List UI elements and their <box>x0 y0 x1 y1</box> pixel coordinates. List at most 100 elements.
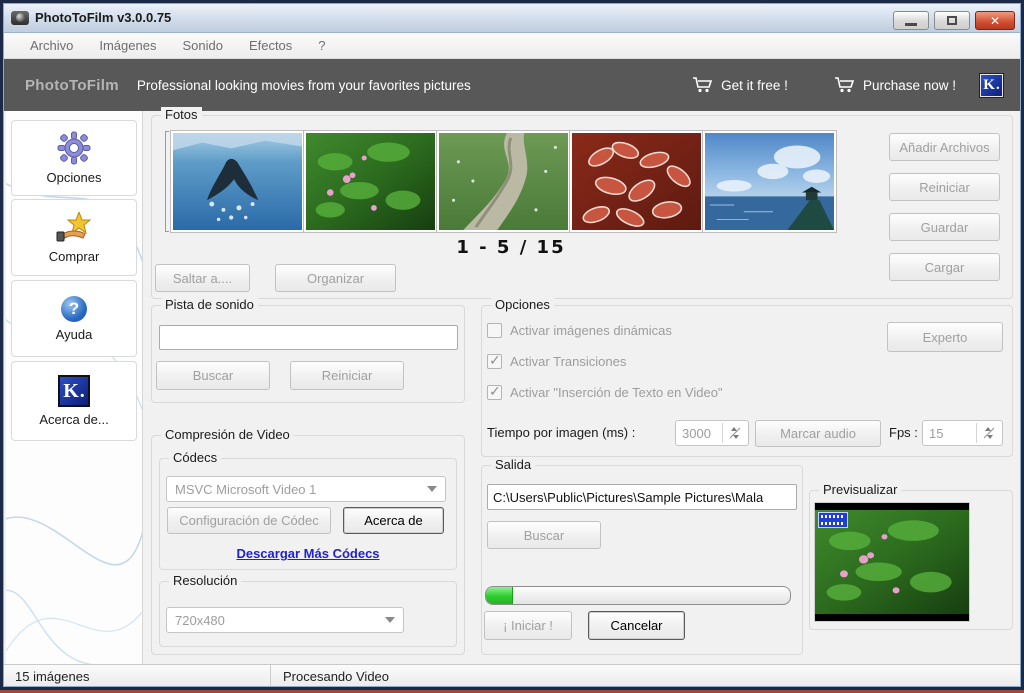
marcar-audio-button[interactable]: Marcar audio <box>755 420 881 447</box>
gear-icon <box>57 131 91 165</box>
codec-selected-value: MSVC Microsoft Video 1 <box>175 481 317 497</box>
thumbnail-forest-flowers[interactable] <box>303 130 438 233</box>
maximize-button[interactable] <box>934 11 970 30</box>
thumbnail-frosted-leaves[interactable] <box>569 130 704 233</box>
reiniciar-sonido-button[interactable]: Reiniciar <box>290 361 404 390</box>
menu-efectos[interactable]: Efectos <box>236 35 305 56</box>
get-it-free-link[interactable]: Get it free ! <box>692 76 788 94</box>
photo-thumbnail-strip[interactable] <box>170 130 837 233</box>
chevron-down-icon <box>385 617 395 623</box>
experto-button[interactable]: Experto <box>887 322 1003 352</box>
cart-icon <box>834 77 855 93</box>
salida-group-title: Salida <box>491 457 536 472</box>
saltar-a-button[interactable]: Saltar a.... <box>155 264 250 292</box>
tiempo-spinner[interactable]: 3000 <box>675 420 749 446</box>
status-processing-text: Procesando Video <box>283 668 390 684</box>
tiempo-por-imagen-label: Tiempo por imagen (ms) : <box>487 425 636 440</box>
checkbox-label: Activar Transiciones <box>510 354 627 369</box>
spin-updown-icon[interactable] <box>722 423 746 443</box>
tiempo-value: 3000 <box>682 425 711 441</box>
progress-fill <box>486 587 514 604</box>
checkbox-label: Activar imágenes dinámicas <box>510 323 672 338</box>
checkbox-row-texto-video[interactable]: Activar "Inserción de Texto en Video" <box>487 383 723 400</box>
codecs-group-title: Códecs <box>169 450 222 465</box>
camera-app-icon <box>11 10 29 25</box>
menu-sonido[interactable]: Sonido <box>169 35 235 56</box>
chevron-down-icon <box>427 486 437 492</box>
thumbnail-forest-path[interactable] <box>436 130 571 233</box>
sidebar-item-acerca-de[interactable]: K Acerca de... <box>11 361 137 441</box>
purchase-now-link[interactable]: Purchase now ! <box>834 76 956 94</box>
checkbox-icon[interactable] <box>487 323 502 338</box>
checkbox-row-transiciones[interactable]: Activar Transiciones <box>487 352 627 369</box>
iniciar-button[interactable]: ¡ Iniciar ! <box>484 611 572 640</box>
fps-label: Fps : <box>889 425 918 440</box>
fotos-group-title: Fotos <box>161 107 202 122</box>
sidebar-label-opciones: Opciones <box>46 170 102 185</box>
hand-star-icon <box>56 211 92 241</box>
brand-tagline: Professional looking movies from your fa… <box>136 77 471 93</box>
photo-counter: 1 - 5 / 15 <box>456 237 566 258</box>
status-images-count: 15 imágenes <box>3 665 271 687</box>
anadir-archivos-button[interactable]: Añadir Archivos <box>889 133 1000 161</box>
organizar-button[interactable]: Organizar <box>275 264 396 292</box>
app-window: PhotoToFilm v3.0.0.75 ✕ Archivo Imágenes… <box>0 0 1024 690</box>
menu-imagenes[interactable]: Imágenes <box>86 35 169 56</box>
sidebar-item-opciones[interactable]: Opciones <box>11 120 137 196</box>
buscar-salida-button[interactable]: Buscar <box>487 521 601 549</box>
cart-icon <box>693 77 713 93</box>
menu-archivo[interactable]: Archivo <box>17 35 86 56</box>
cancelar-button[interactable]: Cancelar <box>588 611 685 640</box>
sidebar: Opciones Comprar ? Ayuda K Acerca de... <box>6 111 143 665</box>
spin-updown-icon[interactable] <box>976 423 1000 443</box>
brand-name: PhotoToFilm <box>25 76 119 94</box>
soundtrack-input[interactable] <box>159 325 458 350</box>
window-title: PhotoToFilm v3.0.0.75 <box>35 10 172 25</box>
kc-logo-icon: K <box>58 375 90 407</box>
resolucion-group-title: Resolución <box>169 573 242 588</box>
get-it-free-label: Get it free ! <box>721 77 788 93</box>
film-strip-bracket <box>165 131 169 232</box>
reiniciar-fotos-button[interactable]: Reiniciar <box>889 173 1000 201</box>
acerca-de-codec-button[interactable]: Acerca de <box>343 507 444 534</box>
checkbox-icon[interactable] <box>487 352 502 369</box>
close-button[interactable]: ✕ <box>975 11 1015 30</box>
sidebar-label-acerca-de: Acerca de... <box>39 412 109 427</box>
menu-help[interactable]: ? <box>305 35 338 56</box>
fps-value: 15 <box>929 425 944 441</box>
statusbar: 15 imágenes Procesando Video <box>3 664 1021 687</box>
thumbnail-dock[interactable] <box>702 130 837 233</box>
demo-watermark <box>818 512 848 528</box>
pista-group-title: Pista de sonido <box>161 297 258 312</box>
thumbnail-whale[interactable] <box>170 130 305 233</box>
minimize-icon <box>905 23 917 26</box>
sidebar-label-ayuda: Ayuda <box>55 326 93 342</box>
buscar-sonido-button[interactable]: Buscar <box>156 361 270 390</box>
kc-logo-icon[interactable]: K <box>979 72 1004 98</box>
promo-banner: PhotoToFilm Professional looking movies … <box>3 59 1021 111</box>
video-preview <box>815 503 969 621</box>
previsualizar-group-title: Previsualizar <box>819 482 902 497</box>
checkbox-row-dinamicas[interactable]: Activar imágenes dinámicas <box>487 323 672 338</box>
close-icon: ✕ <box>989 13 1001 28</box>
descargar-codecs-link[interactable]: Descargar Más Códecs <box>159 546 457 561</box>
codec-select[interactable]: MSVC Microsoft Video 1 <box>166 476 446 502</box>
checkbox-label: Activar "Inserción de Texto en Video" <box>510 385 723 400</box>
configuracion-codec-button[interactable]: Configuración de Códec <box>167 507 331 534</box>
guardar-button[interactable]: Guardar <box>889 213 1000 241</box>
resolucion-selected-value: 720x480 <box>175 612 225 628</box>
render-progress-bar <box>485 586 791 605</box>
sidebar-item-ayuda[interactable]: ? Ayuda <box>11 280 137 357</box>
compresion-group-title: Compresión de Video <box>161 427 294 442</box>
opciones-group-title: Opciones <box>491 297 554 312</box>
cargar-button[interactable]: Cargar <box>889 253 1000 281</box>
help-question-icon: ? <box>61 295 87 322</box>
titlebar: PhotoToFilm v3.0.0.75 ✕ <box>3 3 1021 33</box>
minimize-button[interactable] <box>893 11 929 30</box>
purchase-now-label: Purchase now ! <box>862 77 956 93</box>
sidebar-item-comprar[interactable]: Comprar <box>11 199 137 276</box>
resolucion-select[interactable]: 720x480 <box>166 607 404 633</box>
fps-spinner[interactable]: 15 <box>922 420 1003 446</box>
checkbox-icon[interactable] <box>487 383 502 400</box>
output-path-input[interactable]: C:\Users\Public\Pictures\Sample Pictures… <box>487 484 797 510</box>
